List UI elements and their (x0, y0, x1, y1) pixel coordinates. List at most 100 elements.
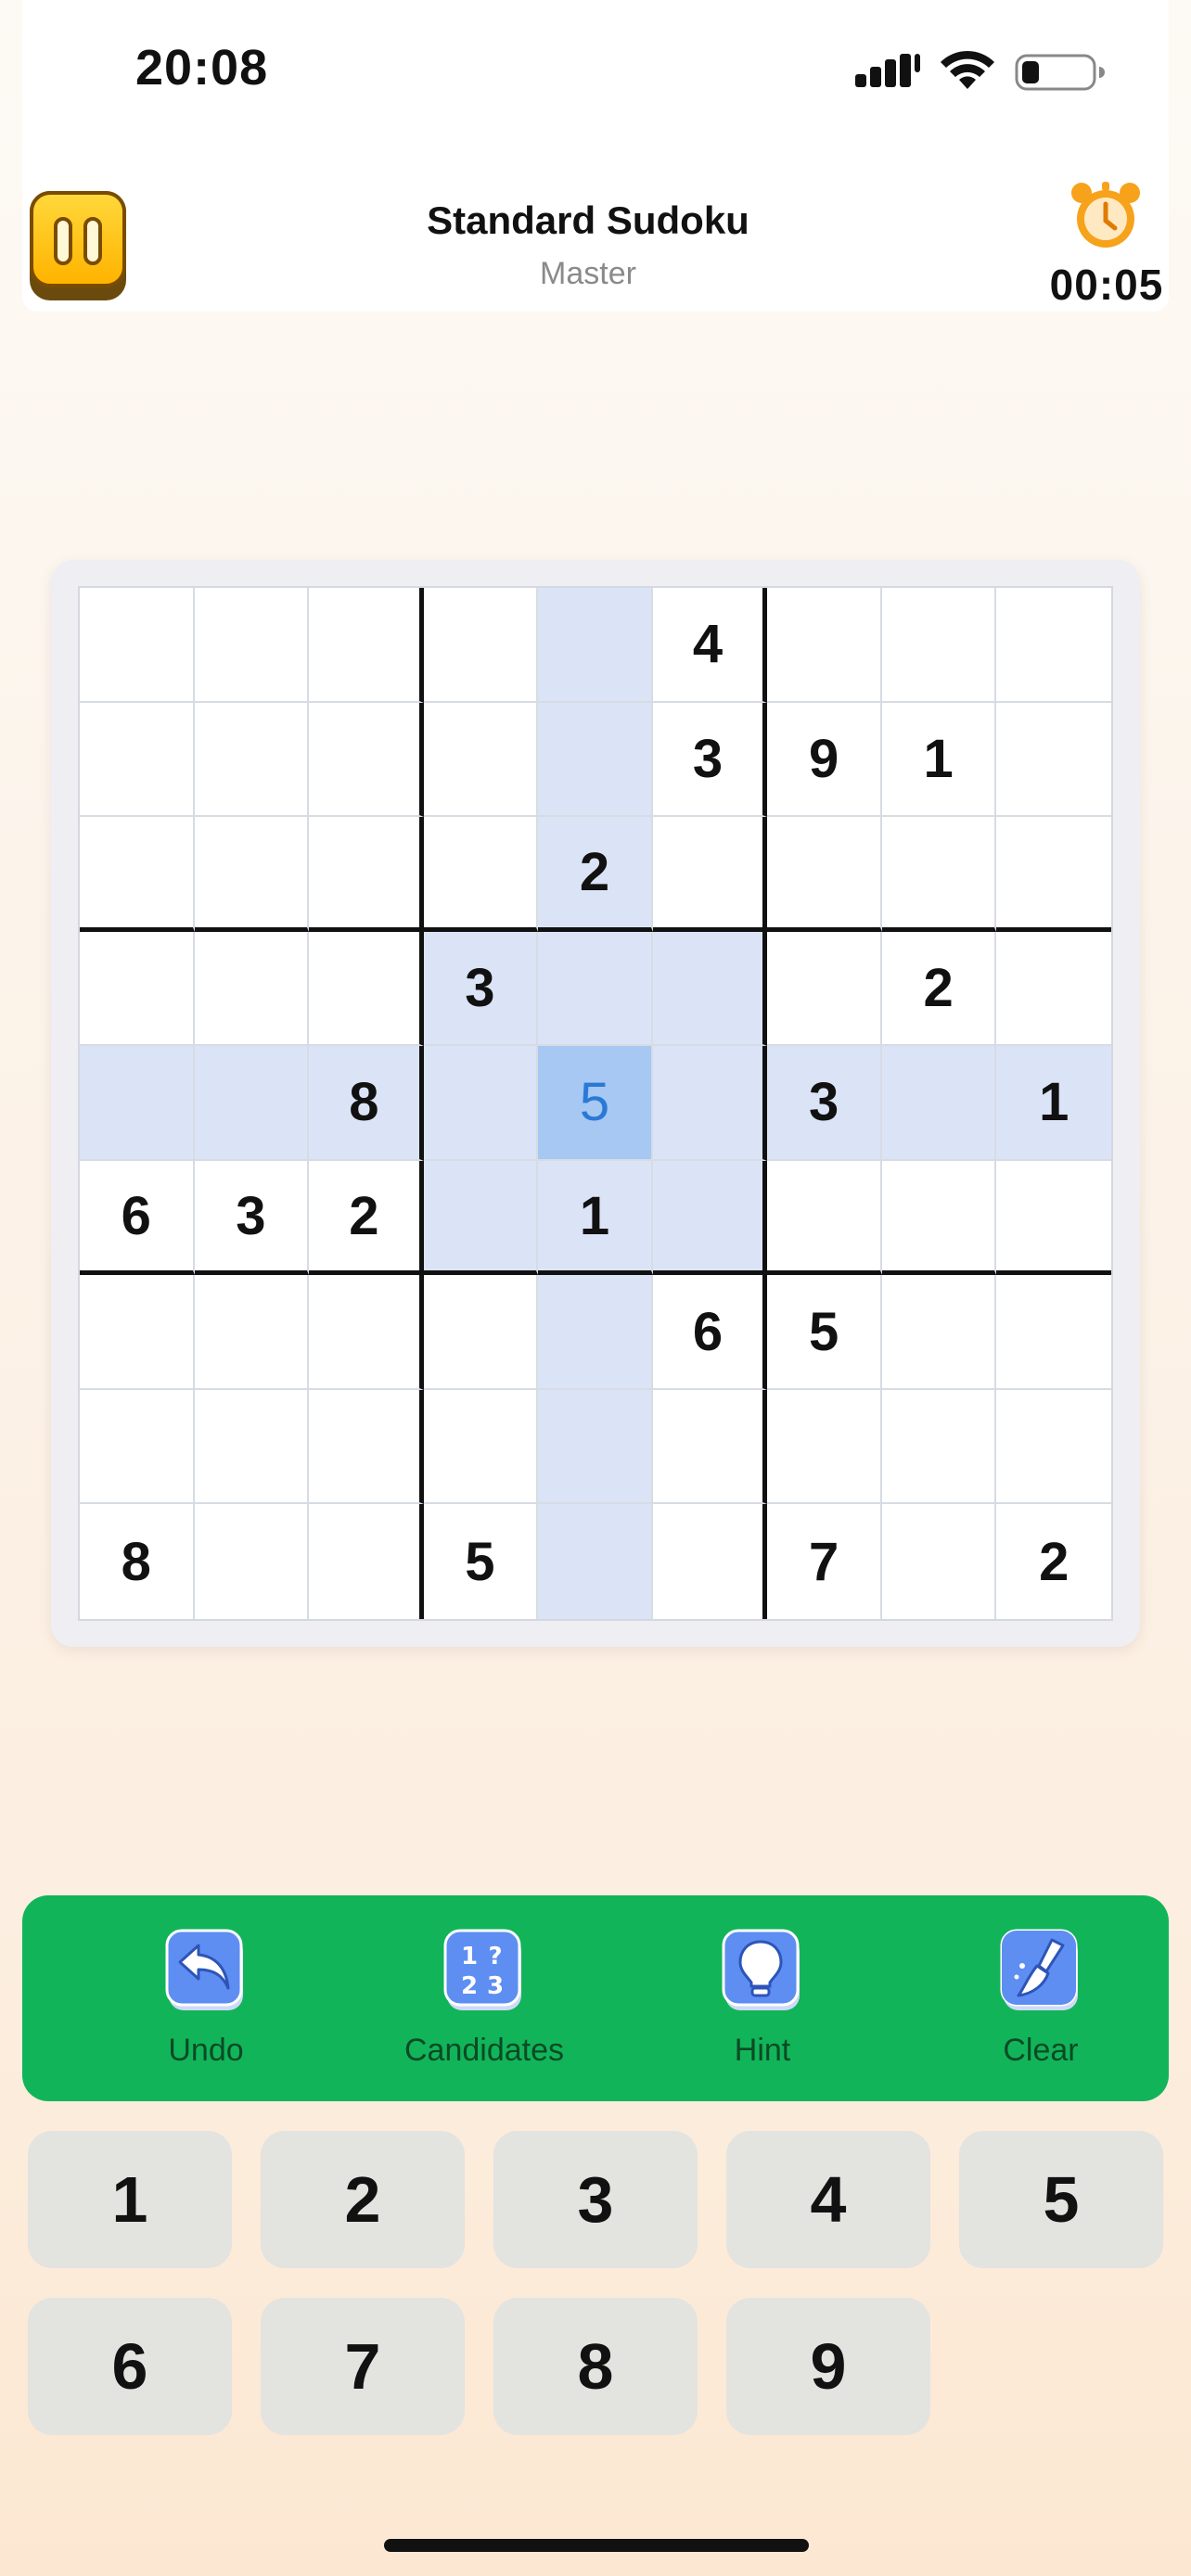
sudoku-cell[interactable]: 8 (80, 1504, 195, 1619)
sudoku-cell[interactable] (309, 817, 424, 932)
sudoku-cell[interactable]: 6 (652, 1275, 768, 1390)
sudoku-cell[interactable] (652, 1046, 768, 1161)
sudoku-cell[interactable] (538, 931, 653, 1047)
sudoku-cell[interactable]: 2 (309, 1160, 424, 1276)
sudoku-cell[interactable] (996, 1161, 1111, 1276)
number-key-2[interactable]: 2 (261, 2131, 465, 2268)
sudoku-cell[interactable] (423, 702, 539, 818)
sudoku-cell[interactable] (80, 1389, 195, 1505)
home-indicator (384, 2539, 809, 2552)
sudoku-cell[interactable] (881, 817, 997, 932)
sudoku-cell[interactable]: 9 (767, 702, 882, 818)
sudoku-cell[interactable] (80, 931, 195, 1047)
sudoku-cell[interactable]: 4 (652, 588, 768, 703)
sudoku-cell[interactable] (881, 1160, 997, 1276)
sudoku-cell[interactable]: 3 (652, 702, 768, 818)
sudoku-cell[interactable] (767, 1389, 882, 1505)
sudoku-cell[interactable] (538, 702, 653, 818)
sudoku-cell[interactable]: 5 (767, 1275, 882, 1390)
sudoku-cell[interactable]: 3 (767, 1046, 882, 1161)
sudoku-cell[interactable] (652, 1160, 768, 1276)
sudoku-cell[interactable] (423, 588, 539, 703)
difficulty-label: Master (540, 256, 636, 291)
sudoku-cell[interactable]: 8 (309, 1046, 424, 1161)
clear-button[interactable]: Clear (920, 1929, 1161, 2096)
sudoku-cell[interactable]: 1 (996, 1046, 1111, 1161)
sudoku-cell[interactable] (423, 1389, 539, 1505)
sudoku-cell[interactable]: 1 (881, 702, 997, 818)
sudoku-cell[interactable] (652, 1389, 768, 1505)
sudoku-cell[interactable] (652, 817, 768, 932)
sudoku-cell[interactable] (80, 817, 195, 932)
undo-button[interactable]: Undo (85, 1929, 327, 2096)
sudoku-cell[interactable]: 2 (996, 1504, 1111, 1619)
sudoku-board: 439123285316321658572 (78, 586, 1113, 1621)
sudoku-cell[interactable] (194, 588, 310, 703)
sudoku-cell[interactable] (881, 1389, 997, 1505)
sudoku-cell[interactable] (996, 817, 1111, 932)
sudoku-cell[interactable] (996, 588, 1111, 703)
sudoku-cell[interactable] (653, 1504, 768, 1619)
sudoku-cell[interactable] (194, 1389, 310, 1505)
sudoku-cell[interactable] (80, 1275, 195, 1390)
sudoku-cell[interactable] (881, 1046, 997, 1161)
sudoku-cell[interactable] (309, 1389, 424, 1505)
sudoku-cell[interactable] (767, 1160, 882, 1276)
sudoku-cell[interactable] (309, 931, 424, 1047)
sudoku-cell[interactable] (194, 1046, 310, 1161)
alarm-clock-icon (1071, 182, 1140, 248)
selected-cell[interactable]: 5 (538, 1046, 653, 1161)
sudoku-cell[interactable] (996, 1275, 1111, 1390)
sudoku-cell[interactable] (996, 1390, 1111, 1505)
number-key-9[interactable]: 9 (726, 2298, 930, 2435)
hint-button[interactable]: Hint (642, 1929, 883, 2096)
sudoku-cell[interactable] (194, 817, 310, 932)
sudoku-cell[interactable] (309, 1275, 424, 1390)
sudoku-cell[interactable]: 3 (423, 931, 539, 1047)
sudoku-cell[interactable] (538, 588, 653, 703)
sudoku-cell[interactable]: 2 (881, 931, 997, 1047)
sudoku-cell[interactable] (881, 588, 997, 703)
sudoku-cell[interactable] (80, 588, 195, 703)
sudoku-cell[interactable] (996, 703, 1111, 818)
sudoku-cell[interactable] (767, 588, 882, 703)
sudoku-cell[interactable] (538, 1389, 653, 1505)
sudoku-cell[interactable] (309, 1504, 424, 1619)
sudoku-cell[interactable] (194, 931, 310, 1047)
number-key-1[interactable]: 1 (28, 2131, 232, 2268)
candidates-button[interactable]: 1 ? 2 3 Candidates (364, 1929, 605, 2096)
sudoku-cell[interactable] (538, 1275, 653, 1390)
number-key-6[interactable]: 6 (28, 2298, 232, 2435)
number-key-8[interactable]: 8 (493, 2298, 698, 2435)
sudoku-cell[interactable]: 2 (538, 817, 653, 932)
sudoku-cell[interactable] (881, 1275, 997, 1390)
sudoku-cell[interactable]: 3 (194, 1160, 310, 1276)
sudoku-cell[interactable] (996, 932, 1111, 1047)
sudoku-cell[interactable] (80, 1046, 195, 1161)
number-key-4[interactable]: 4 (726, 2131, 930, 2268)
sudoku-cell[interactable] (309, 588, 424, 703)
sudoku-cell[interactable] (194, 1275, 310, 1390)
number-key-7[interactable]: 7 (261, 2298, 465, 2435)
sudoku-cell[interactable] (423, 817, 539, 932)
number-key-5[interactable]: 5 (959, 2131, 1163, 2268)
sudoku-cell[interactable]: 7 (767, 1504, 882, 1619)
number-key-3[interactable]: 3 (493, 2131, 698, 2268)
sudoku-cell[interactable]: 6 (80, 1160, 195, 1276)
status-time: 20:08 (135, 40, 269, 96)
sudoku-cell[interactable] (195, 1504, 310, 1619)
sudoku-cell[interactable] (538, 1504, 653, 1619)
sudoku-cell[interactable] (423, 1160, 539, 1276)
sudoku-cell[interactable]: 5 (424, 1504, 539, 1619)
sudoku-cell[interactable] (767, 817, 882, 932)
sudoku-cell[interactable] (882, 1504, 997, 1619)
sudoku-cell[interactable] (309, 702, 424, 818)
sudoku-cell[interactable] (423, 1046, 539, 1161)
sudoku-cell[interactable]: 1 (538, 1160, 653, 1276)
sudoku-cell[interactable] (767, 931, 882, 1047)
sudoku-cell[interactable] (80, 702, 195, 818)
svg-text:?: ? (488, 1943, 502, 1970)
sudoku-cell[interactable] (652, 931, 768, 1047)
sudoku-cell[interactable] (194, 702, 310, 818)
sudoku-cell[interactable] (423, 1275, 539, 1390)
